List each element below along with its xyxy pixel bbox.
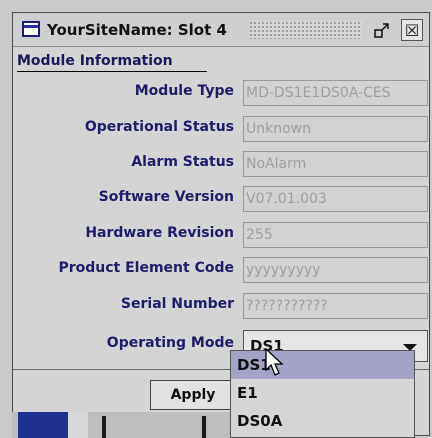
option-ds1[interactable]: DS1 <box>231 351 414 379</box>
option-ds0a[interactable]: DS0A <box>231 407 414 435</box>
window-title: YourSiteName: Slot 4 <box>47 21 227 39</box>
taskbar-divider <box>202 416 206 438</box>
field-operational-status: Unknown <box>243 116 428 142</box>
field-hardware-revision: 255 <box>243 222 428 248</box>
label-software-version: Software Version <box>98 189 234 205</box>
label-alarm-status: Alarm Status <box>131 154 234 170</box>
operating-mode-dropdown: DS1 E1 DS0A <box>230 350 415 438</box>
taskbar-block <box>18 412 68 438</box>
label-operational-status: Operational Status <box>84 119 234 135</box>
field-software-version: V07.01.003 <box>243 186 428 212</box>
window-icon <box>22 21 40 37</box>
label-module-type: Module Type <box>134 83 234 99</box>
label-hardware-revision: Hardware Revision <box>85 225 234 241</box>
label-serial-number: Serial Number <box>120 296 234 312</box>
taskbar-strip <box>12 412 230 438</box>
label-operating-mode: Operating Mode <box>106 335 234 351</box>
option-e1[interactable]: E1 <box>231 379 414 407</box>
taskbar-gap <box>68 412 88 438</box>
mouse-cursor-icon <box>265 348 284 376</box>
section-header: Module Information <box>17 53 207 72</box>
close-icon[interactable]: ☒ <box>401 19 423 41</box>
field-serial-number: ??????????? <box>243 293 428 319</box>
apply-button[interactable]: Apply <box>150 380 236 410</box>
field-product-element-code: yyyyyyyyy <box>243 257 428 283</box>
title-bar[interactable]: YourSiteName: Slot 4 ☒ <box>13 13 429 47</box>
field-alarm-status: NoAlarm <box>243 151 428 177</box>
field-module-type: MD-DS1E1DS0A-CES <box>243 80 428 106</box>
title-grip[interactable] <box>249 21 362 39</box>
taskbar-divider <box>102 416 106 438</box>
restore-icon[interactable] <box>371 19 393 41</box>
label-product-element-code: Product Element Code <box>58 260 234 276</box>
